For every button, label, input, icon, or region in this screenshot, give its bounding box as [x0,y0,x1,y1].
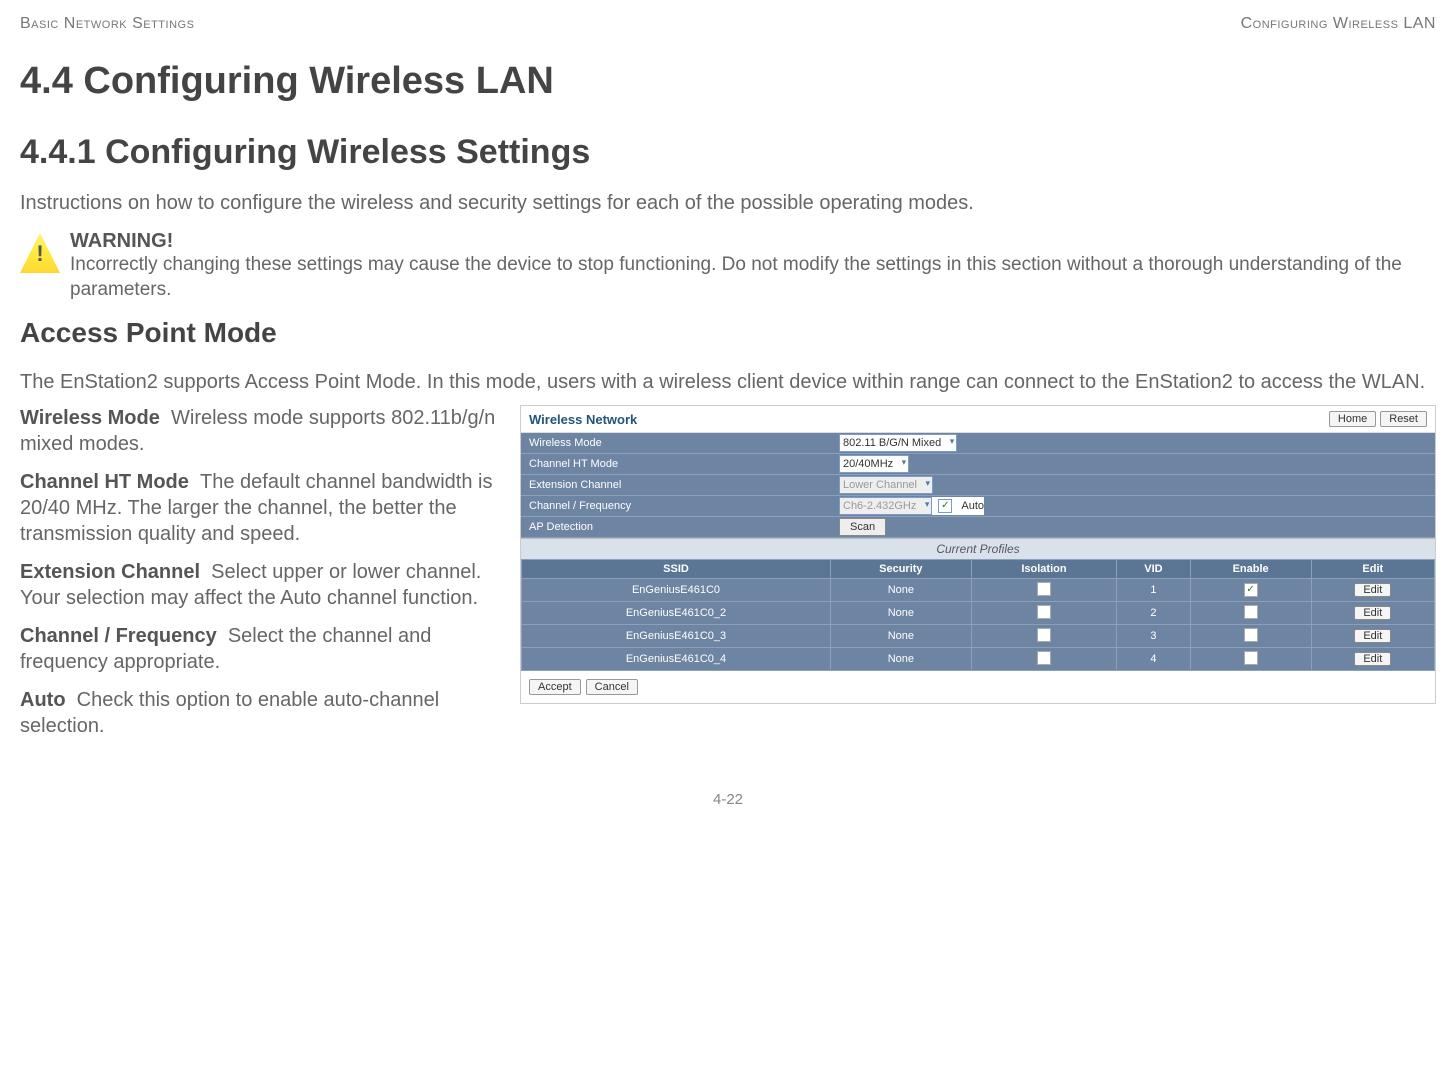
col-security: Security [831,560,972,579]
warning-box: WARNING! Incorrectly changing these sett… [20,230,1436,302]
auto-checkbox[interactable]: ✓ [938,499,952,513]
col-ssid: SSID [522,560,831,579]
edit-button[interactable]: Edit [1354,652,1391,666]
edit-button[interactable]: Edit [1354,606,1391,620]
running-header-right: Configuring Wireless LAN [1241,15,1436,33]
edit-button[interactable]: Edit [1354,629,1391,643]
enable-checkbox[interactable] [1244,605,1258,619]
cell-enable [1190,625,1311,648]
channel-frequency-label: Channel / Frequency [521,500,839,512]
col-edit: Edit [1311,560,1434,579]
extension-channel-select[interactable]: Lower Channel [839,476,933,494]
scan-button[interactable]: Scan [839,518,886,536]
cell-enable: ✓ [1190,579,1311,602]
cell-security: None [831,648,972,671]
warning-label: WARNING! [70,230,1436,253]
section-title: 4.4 Configuring Wireless LAN [20,60,1436,103]
panel-title: Wireless Network [529,412,637,427]
cell-security: None [831,625,972,648]
channel-ht-label: Channel HT Mode [521,458,839,470]
cell-ssid: EnGeniusE461C0_3 [522,625,831,648]
col-isolation: Isolation [971,560,1117,579]
warning-icon [20,233,60,273]
cell-isolation [971,579,1117,602]
table-row: EnGeniusE461C0_4None 4 Edit [522,648,1435,671]
accept-button[interactable]: Accept [529,679,581,695]
cell-enable [1190,602,1311,625]
isolation-checkbox[interactable] [1037,605,1051,619]
auto-checkbox-label: Auto [961,500,984,512]
cell-security: None [831,602,972,625]
enable-checkbox[interactable]: ✓ [1244,583,1258,597]
isolation-checkbox[interactable] [1037,651,1051,665]
ap-detection-label: AP Detection [521,521,839,533]
table-row: EnGeniusE461C0_2None 2 Edit [522,602,1435,625]
isolation-checkbox[interactable] [1037,582,1051,596]
cell-ssid: EnGeniusE461C0_4 [522,648,831,671]
col-enable: Enable [1190,560,1311,579]
edit-button[interactable]: Edit [1354,583,1391,597]
cell-isolation [971,602,1117,625]
intro-paragraph: Instructions on how to configure the wir… [20,192,1436,215]
cell-enable [1190,648,1311,671]
wireless-mode-select[interactable]: 802.11 B/G/N Mixed [839,434,957,452]
channel-frequency-select[interactable]: Ch6-2.432GHz [839,497,932,515]
cell-edit: Edit [1311,602,1434,625]
term-auto: Auto Check this option to enable auto-ch… [20,687,505,739]
channel-ht-select[interactable]: 20/40MHz [839,455,909,473]
reset-button[interactable]: Reset [1380,411,1427,427]
table-row: EnGeniusE461C0None 1 ✓ Edit [522,579,1435,602]
col-vid: VID [1117,560,1190,579]
cell-security: None [831,579,972,602]
extension-channel-label: Extension Channel [521,479,839,491]
cell-edit: Edit [1311,625,1434,648]
current-profiles-header: Current Profiles [521,538,1435,559]
home-button[interactable]: Home [1329,411,1376,427]
cell-edit: Edit [1311,648,1434,671]
enable-checkbox[interactable] [1244,651,1258,665]
wireless-network-panel: Wireless Network Home Reset Wireless Mod… [520,405,1436,704]
cell-vid: 1 [1117,579,1190,602]
wireless-mode-label: Wireless Mode [521,437,839,449]
isolation-checkbox[interactable] [1037,628,1051,642]
profiles-table: SSID Security Isolation VID Enable Edit … [521,559,1435,671]
cell-isolation [971,625,1117,648]
mode-description: The EnStation2 supports Access Point Mod… [20,369,1436,395]
cell-vid: 4 [1117,648,1190,671]
cell-vid: 2 [1117,602,1190,625]
mode-title: Access Point Mode [20,317,1436,349]
table-row: EnGeniusE461C0_3None 3 Edit [522,625,1435,648]
term-channel-ht-mode: Channel HT Mode The default channel band… [20,469,505,547]
cell-ssid: EnGeniusE461C0_2 [522,602,831,625]
term-channel-frequency: Channel / Frequency Select the channel a… [20,623,505,675]
page-number: 4-22 [20,791,1436,808]
cell-edit: Edit [1311,579,1434,602]
warning-body: Incorrectly changing these settings may … [70,253,1436,302]
cell-vid: 3 [1117,625,1190,648]
running-header-left: Basic Network Settings [20,15,194,33]
cell-isolation [971,648,1117,671]
enable-checkbox[interactable] [1244,628,1258,642]
term-extension-channel: Extension Channel Select upper or lower … [20,559,505,611]
term-wireless-mode: Wireless Mode Wireless mode supports 802… [20,405,505,457]
cell-ssid: EnGeniusE461C0 [522,579,831,602]
subsection-title: 4.4.1 Configuring Wireless Settings [20,133,1436,172]
cancel-button[interactable]: Cancel [586,679,638,695]
